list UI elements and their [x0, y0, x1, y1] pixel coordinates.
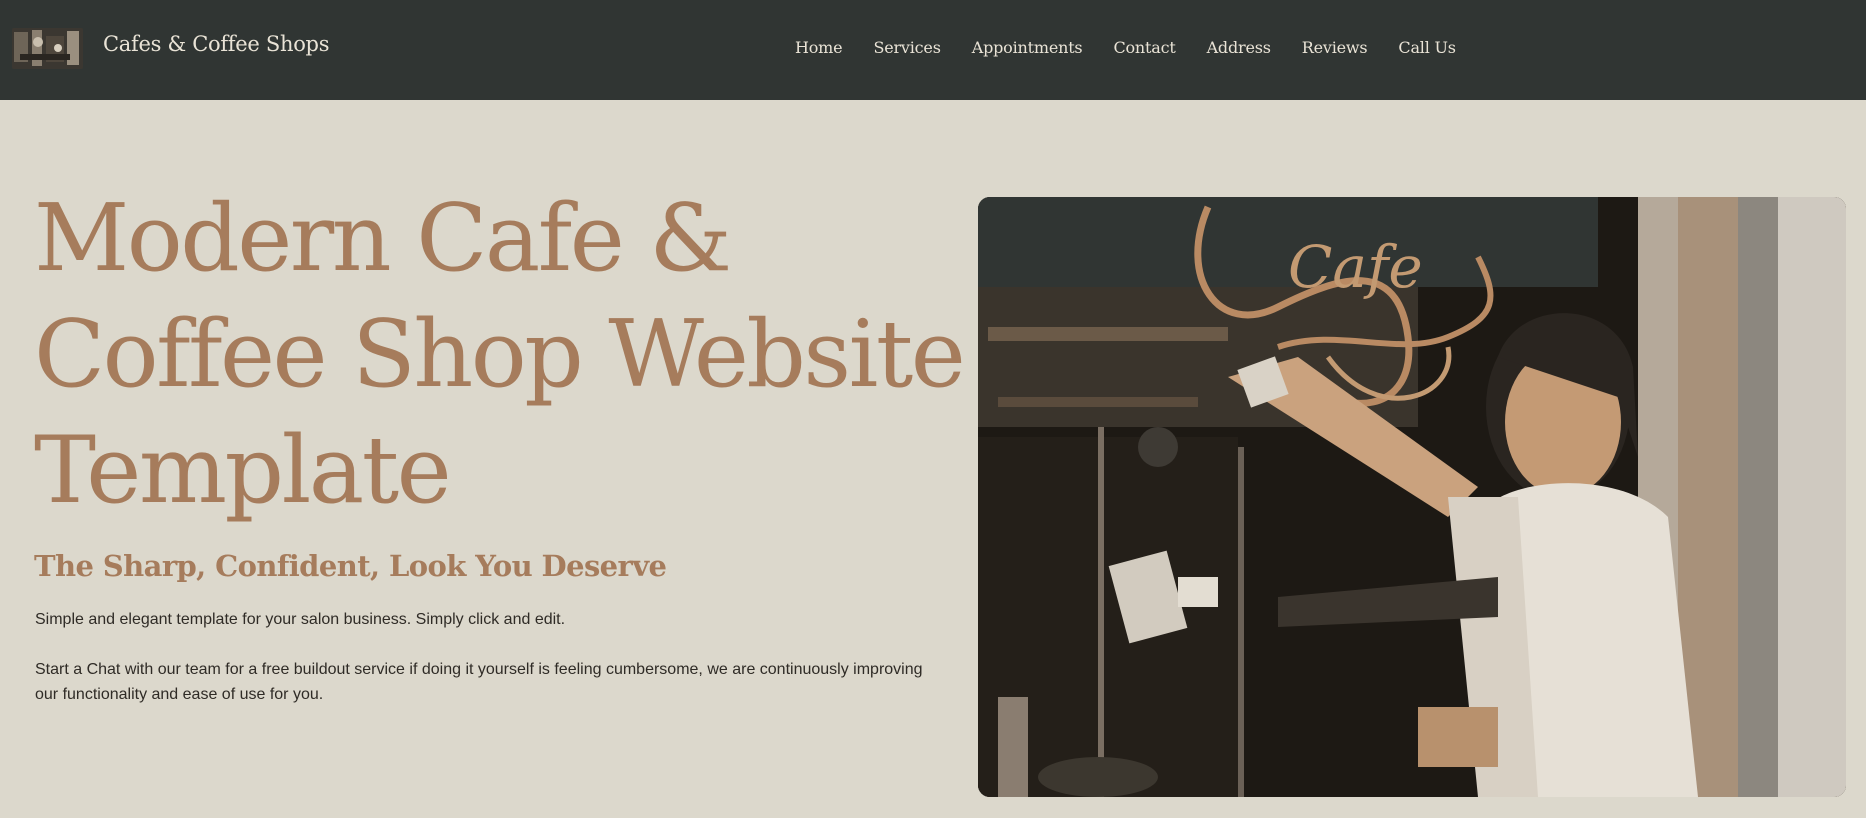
logo-icon[interactable]: [12, 28, 83, 69]
hero-paragraph-2: Start a Chat with our team for a free bu…: [35, 661, 923, 703]
nav-link-appointments[interactable]: Appointments: [972, 36, 1083, 60]
nav-link-call-us[interactable]: Call Us: [1398, 36, 1456, 60]
brand-name[interactable]: Cafes & Coffee Shops: [103, 32, 329, 56]
hero-title: Modern Cafe & Coffee Shop Website Templa…: [34, 180, 974, 528]
main-nav: Home Services Appointments Contact Addre…: [795, 36, 1487, 60]
hero-subtitle: The Sharp, Confident, Look You Deserve: [34, 549, 667, 583]
photo-sign-text: Cafe: [1288, 233, 1423, 301]
hero-title-line-3: Template: [34, 416, 452, 524]
nav-link-address[interactable]: Address: [1207, 36, 1271, 60]
nav-link-contact[interactable]: Contact: [1113, 36, 1175, 60]
hero-title-line-2: Coffee Shop Website: [34, 300, 966, 408]
barista-photo-icon: Cafe: [978, 197, 1846, 797]
hero-paragraph-1: Simple and elegant template for your sal…: [35, 611, 566, 628]
nav-link-services[interactable]: Services: [873, 36, 940, 60]
nav-link-reviews[interactable]: Reviews: [1302, 36, 1368, 60]
hero-title-line-1: Modern Cafe &: [34, 184, 732, 292]
top-navigation-bar: Cafes & Coffee Shops Home Services Appoi…: [0, 0, 1866, 100]
nav-link-home[interactable]: Home: [795, 36, 843, 60]
